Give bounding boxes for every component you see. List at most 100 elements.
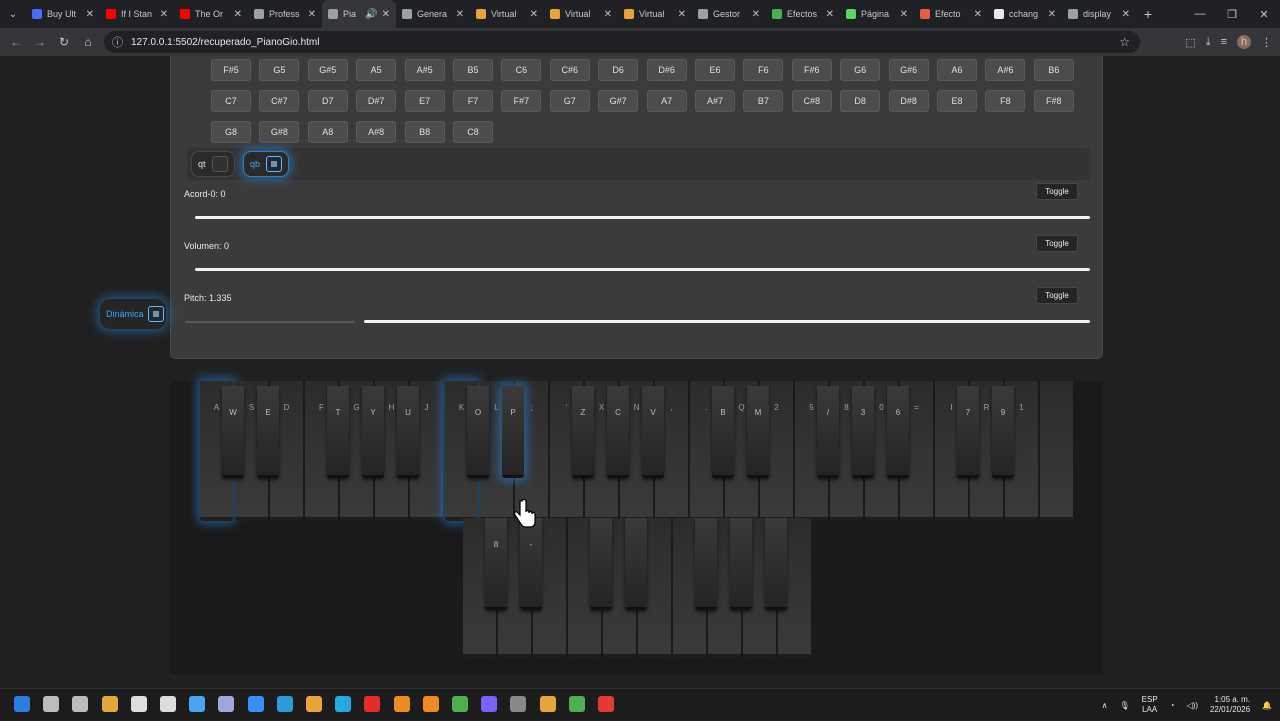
note-button[interactable]: A#8 [356,121,397,143]
black-key[interactable] [502,386,524,478]
black-key[interactable] [467,386,489,478]
home-icon[interactable]: ⌂ [76,35,100,49]
note-button[interactable]: F#5 [211,59,251,81]
tab-close-icon[interactable]: ✕ [160,9,168,20]
note-button[interactable]: C#7 [259,90,300,112]
browser-tab[interactable]: cchang ✕ [988,0,1062,28]
note-button[interactable]: G6 [840,59,881,81]
browser-tab[interactable]: Página ✕ [840,0,914,28]
black-key[interactable] [362,386,384,478]
download-icon[interactable]: ⤓ [1206,36,1211,49]
note-button[interactable]: C#8 [791,90,832,112]
app-icon[interactable] [335,696,352,712]
black-key[interactable] [607,386,629,478]
note-button[interactable]: A#7 [695,90,735,112]
note-button[interactable]: A#6 [985,59,1026,81]
notification-icon[interactable]: 🔔 [1262,701,1272,710]
app-icon[interactable] [130,696,147,712]
note-button[interactable]: D#7 [356,90,397,112]
extensions-icon[interactable]: ⬚ [1185,36,1195,49]
note-button[interactable]: F6 [743,59,784,81]
browser-tab[interactable]: The Or ✕ [174,0,248,28]
app-icon[interactable] [247,696,264,712]
note-button[interactable]: A8 [307,121,348,143]
pitch-toggle-button[interactable]: Toggle [1036,287,1078,304]
close-icon[interactable]: ✕ [1248,0,1280,28]
tab-close-icon[interactable]: ✕ [974,9,982,20]
black-key[interactable] [642,386,664,478]
tab-close-icon[interactable]: ✕ [900,9,908,20]
black-key[interactable] [695,518,717,610]
pitch-slider[interactable] [364,320,1090,323]
qb-toggle[interactable]: qb [243,151,290,177]
tab-search-icon[interactable]: ⌄ [0,0,26,28]
tab-close-icon[interactable]: ✕ [86,9,94,20]
black-key[interactable] [712,386,734,478]
language-indicator[interactable]: ESP LAA [1142,695,1158,715]
note-button[interactable]: D6 [598,59,639,81]
note-button[interactable]: B8 [404,121,445,143]
black-key[interactable] [520,518,542,610]
qt-checkbox[interactable] [211,156,228,172]
black-key[interactable] [765,518,787,610]
note-button[interactable]: C#6 [549,59,590,81]
volumen-slider[interactable] [195,268,1090,271]
note-button[interactable]: G#8 [259,121,300,143]
app-icon[interactable] [306,696,322,712]
note-button[interactable]: E8 [937,90,977,112]
note-button[interactable]: E6 [695,59,735,81]
black-key[interactable] [817,386,839,478]
note-button[interactable]: E7 [404,90,445,112]
tab-close-icon[interactable]: ✕ [826,9,834,20]
black-key[interactable] [327,386,349,478]
menu-icon[interactable]: ⋮ [1261,36,1272,49]
blender-icon[interactable] [393,696,410,712]
start-icon[interactable] [14,696,30,712]
back-icon[interactable]: ← [4,35,28,49]
black-key[interactable] [730,518,752,610]
tab-close-icon[interactable]: ✕ [382,9,390,20]
note-button[interactable]: D#8 [888,90,929,112]
browser-tab[interactable]: Efectos ✕ [766,0,840,28]
note-button[interactable]: F7 [453,90,493,112]
acord-slider[interactable] [195,216,1090,219]
qb-checkbox[interactable] [266,156,283,172]
app-icon[interactable] [218,696,235,712]
tab-close-icon[interactable]: ✕ [1048,9,1056,20]
media-icon[interactable]: ≡ [1221,36,1227,48]
volumen-toggle-button[interactable]: Toggle [1036,235,1078,252]
black-key[interactable] [397,386,419,478]
search-icon[interactable] [43,696,60,712]
note-button[interactable]: F#7 [501,90,542,112]
browser-tab[interactable]: Virtual ✕ [470,0,544,28]
note-button[interactable]: C6 [501,59,542,81]
browser-tab[interactable]: Virtual ✕ [544,0,618,28]
browser-tab[interactable]: Genera ✕ [396,0,470,28]
black-key[interactable] [625,518,647,610]
browser-tab[interactable]: Buy Ult ✕ [26,0,100,28]
browser-tab[interactable]: If I Stan ✕ [100,0,174,28]
browser-tab[interactable]: Efecto ✕ [914,0,988,28]
note-button[interactable]: G8 [211,121,251,143]
task-view-icon[interactable] [72,696,89,712]
vscode-icon[interactable] [276,696,293,712]
black-key[interactable] [957,386,979,478]
note-button[interactable]: D8 [840,90,881,112]
note-button[interactable]: G7 [549,90,590,112]
black-key[interactable] [852,386,874,478]
black-key[interactable] [222,386,244,478]
browser-tab[interactable]: Gestor ✕ [692,0,766,28]
note-button[interactable]: F8 [985,90,1026,112]
forward-icon[interactable]: → [28,35,52,49]
app-icon[interactable] [160,696,176,712]
blender-icon[interactable] [422,696,439,712]
maximize-icon[interactable]: ❐ [1216,0,1248,28]
app-icon[interactable] [481,696,498,712]
tab-close-icon[interactable]: ✕ [604,9,612,20]
note-button[interactable]: D7 [307,90,348,112]
tab-close-icon[interactable]: ✕ [752,9,760,20]
note-button[interactable]: D#6 [646,59,687,81]
black-key[interactable] [747,386,769,478]
note-button[interactable]: B7 [743,90,784,112]
qt-toggle[interactable]: qt [191,151,235,177]
